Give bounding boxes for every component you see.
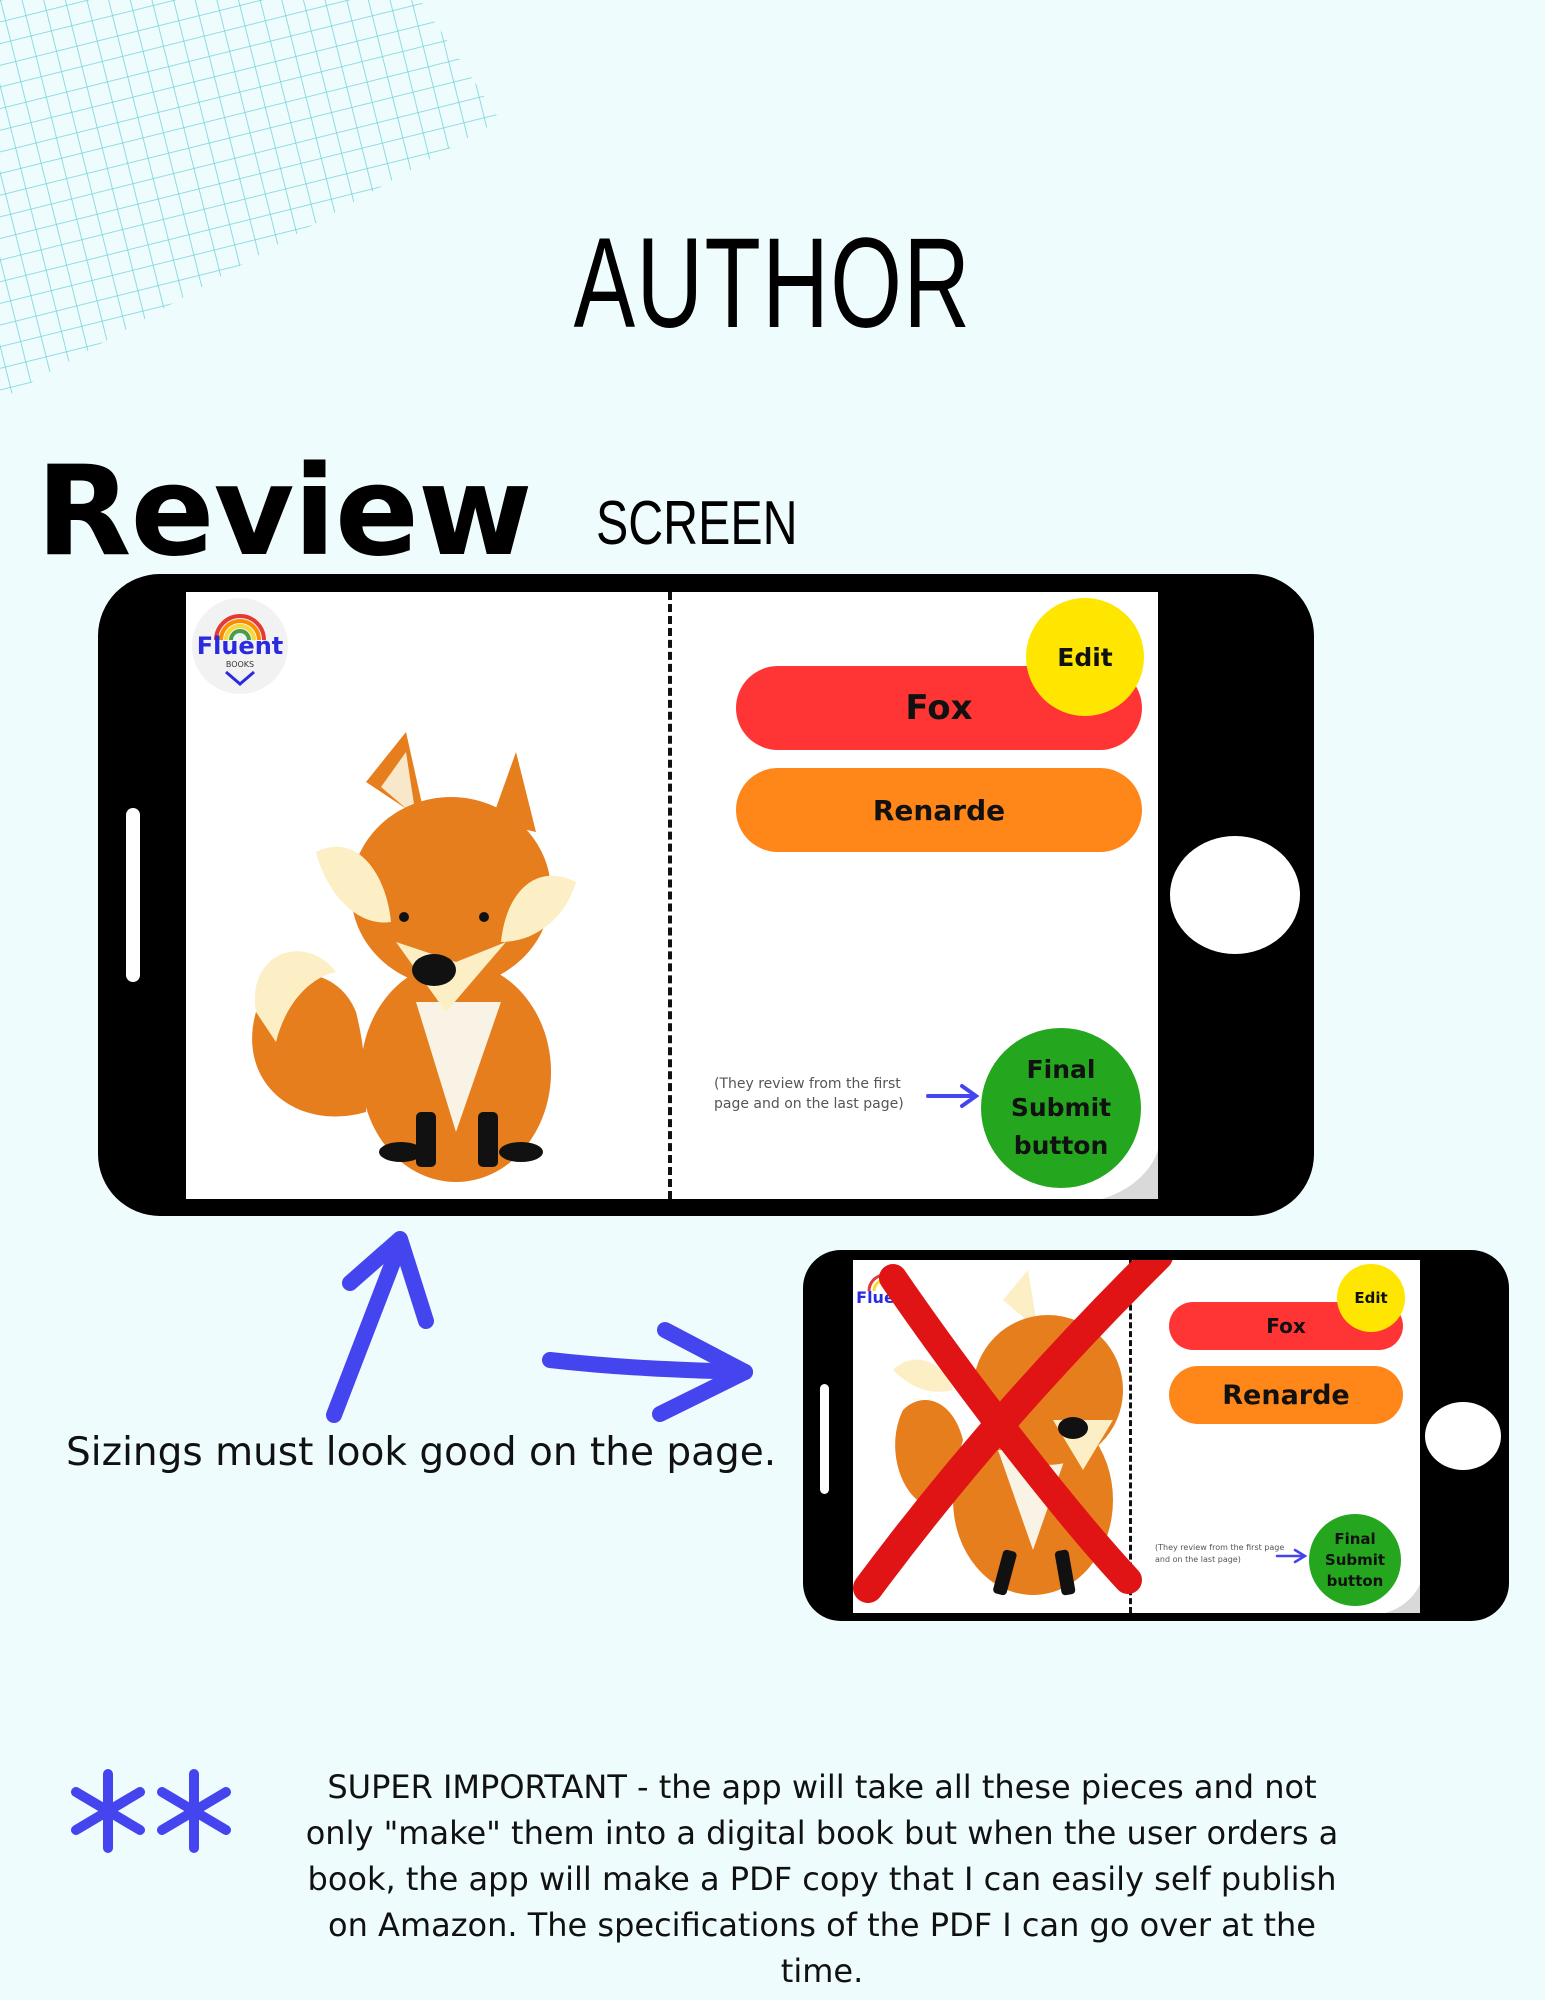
arrow-up-icon [326,1231,434,1423]
important-footnote: SUPER IMPORTANT - the app will take all … [305,1768,1339,1990]
word-button-renarde[interactable]: Renarde [736,768,1142,852]
sizing-caption: Sizings must look good on the page. [66,1430,777,1475]
phone-side-slot [126,808,140,982]
cross-mark-icon [853,1260,1173,1603]
page-curl-icon [1102,1150,1158,1199]
phone-side-slot-small [820,1384,829,1494]
logo-sub: BOOKS [225,660,255,669]
review-heading: Review [36,440,533,584]
book-spread-small: Fluent Fox Renarde Edit (They review fro… [853,1260,1420,1613]
fluent-books-logo: Fluent BOOKS [192,598,288,694]
review-note: (They review from the first page and on … [714,1076,904,1113]
phone-home-button-small[interactable] [1425,1402,1501,1470]
fox-illustration [252,732,576,1182]
screen-subheading: SCREEN [596,489,798,558]
arrow-right-icon [542,1322,753,1422]
book-icon [225,670,255,686]
phone-home-button[interactable] [1170,836,1300,954]
page-divider [668,592,672,1199]
book-spread-main: Fluent BOOKS Fox Renarde Edit (They revi… [186,592,1158,1199]
arrow-icon [926,1084,980,1108]
asterisk-icon [71,1769,231,1853]
logo-brand: Fluent [196,632,284,660]
edit-button[interactable]: Edit [1026,598,1144,716]
page-title: AUTHOR [573,212,972,355]
